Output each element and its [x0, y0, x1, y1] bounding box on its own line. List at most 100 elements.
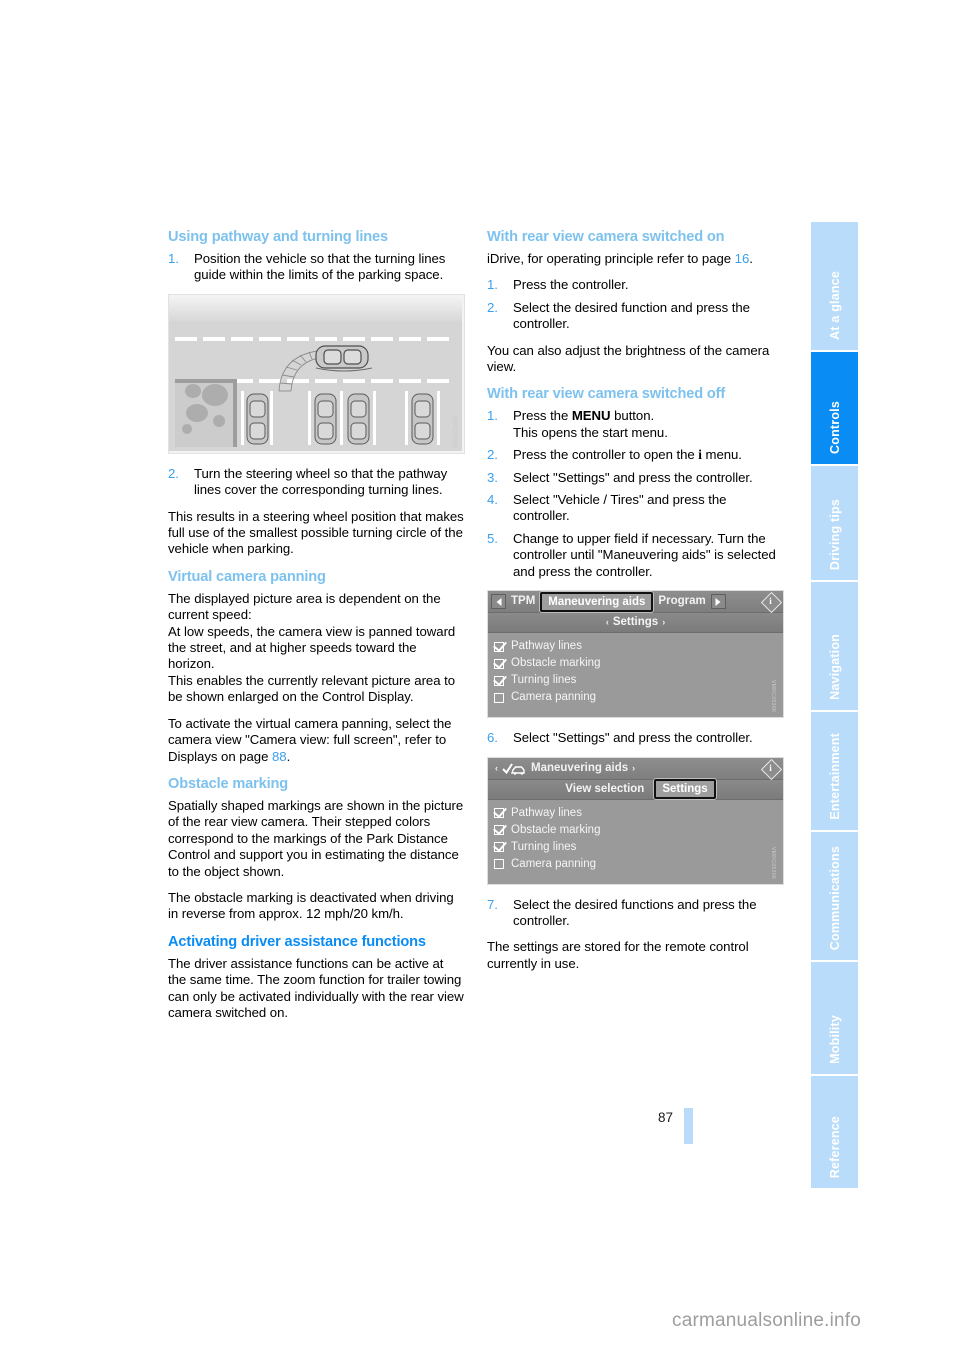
- paragraph-low-speeds: At low speeds, the camera view is panned…: [168, 623, 456, 672]
- sidebar-tab-mobility[interactable]: Mobility: [811, 962, 858, 1074]
- page-reference-16[interactable]: 16: [735, 251, 750, 266]
- step-number: 1.: [487, 408, 498, 424]
- menu-item-tpm[interactable]: TPM: [506, 593, 540, 609]
- screen-title: Maneuvering aids: [531, 761, 629, 774]
- sidebar-tab-communications[interactable]: Communications: [811, 832, 858, 960]
- right-text-column: With rear view camera switched on iDrive…: [487, 228, 784, 982]
- step-text: Select the desired function and press th…: [513, 299, 750, 332]
- page-reference-88[interactable]: 88: [272, 749, 287, 764]
- checkbox-obstacle-marking[interactable]: [494, 825, 504, 835]
- left-caret-icon[interactable]: ‹: [602, 614, 613, 630]
- list-item[interactable]: Obstacle marking: [494, 823, 783, 838]
- list-item: 2. Turn the steering wheel so that the p…: [168, 466, 465, 499]
- checkbox-turning-lines[interactable]: [494, 675, 504, 686]
- checkbox-pathway-lines[interactable]: [494, 641, 504, 652]
- right-caret-icon[interactable]: ›: [658, 614, 669, 630]
- heading-virtual-camera-panning: Virtual camera panning: [168, 568, 326, 585]
- heading-camera-switched-off: With rear view camera switched off: [487, 386, 726, 403]
- info-badge-icon[interactable]: i: [760, 758, 783, 780]
- sidebar-tab-entertainment[interactable]: Entertainment: [811, 712, 858, 830]
- tab-view-selection[interactable]: View selection: [555, 781, 654, 797]
- step-number: 5.: [487, 530, 498, 546]
- checkbox-pathway-lines[interactable]: [494, 808, 504, 818]
- heading-using-pathway-and-turning-lines: Using pathway and turning lines: [168, 229, 388, 245]
- page-marker-bar: [684, 1108, 693, 1144]
- step-list-camera-on: 1. Press the controller. 2. Select the d…: [487, 277, 784, 332]
- step-text: Change to upper field if necessary. Turn…: [513, 530, 776, 579]
- menu-item-maneuvering-aids-selected[interactable]: Maneuvering aids: [540, 591, 654, 612]
- sidebar-tab-reference[interactable]: Reference: [811, 1076, 858, 1188]
- page-number: 87: [657, 1110, 673, 1125]
- right-caret-icon[interactable]: ›: [628, 760, 639, 776]
- step-number: 3.: [487, 469, 498, 485]
- sidebar-tab-driving-tips[interactable]: Driving tips: [811, 466, 858, 580]
- step-number: 4.: [487, 492, 498, 508]
- option-label: Pathway lines: [511, 806, 582, 819]
- checkbox-camera-panning[interactable]: [494, 859, 504, 869]
- list-item[interactable]: Obstacle marking: [494, 656, 783, 671]
- option-label: Obstacle marking: [511, 657, 601, 670]
- right-arrow-icon[interactable]: [710, 594, 726, 610]
- list-item: 2. Press the controller to open the i me…: [487, 447, 784, 463]
- step-text-1-post: button.: [610, 408, 655, 424]
- heading-obstacle-marking: Obstacle marking: [168, 775, 289, 792]
- sidebar-tab-navigation[interactable]: Navigation: [811, 582, 858, 710]
- sidebar-tab-controls[interactable]: Controls: [811, 352, 858, 464]
- idrive-option-list: Pathway lines Obstacle marking Turning l…: [488, 799, 783, 884]
- checkbox-obstacle-marking[interactable]: [494, 658, 504, 669]
- step-text-2-post: menu.: [701, 447, 742, 463]
- list-item[interactable]: Camera panning: [494, 857, 783, 872]
- list-item[interactable]: Turning lines: [494, 840, 783, 855]
- idrive-option-list: Pathway lines Obstacle marking Turning l…: [488, 633, 783, 718]
- list-item: 3. Select "Settings" and press the contr…: [487, 470, 784, 486]
- option-label: Turning lines: [511, 674, 577, 687]
- list-item: 2. Select the desired function and press…: [487, 300, 784, 333]
- tab-label: Entertainment: [827, 733, 842, 820]
- step-number: 1.: [487, 277, 498, 293]
- left-caret-icon[interactable]: ‹: [491, 760, 502, 776]
- paragraph-activate-panning: To activate the virtual camera panning, …: [168, 716, 465, 765]
- list-item: 6. Select "Settings" and press the contr…: [487, 730, 784, 746]
- checkbox-camera-panning[interactable]: [494, 692, 504, 703]
- step-number: 2.: [487, 447, 498, 463]
- paragraph-driver-assistance: The driver assistance functions can be a…: [168, 955, 464, 1020]
- step-text: Select "Settings" and press the controll…: [513, 730, 753, 746]
- step-list-final: 7. Select the desired functions and pres…: [487, 897, 784, 930]
- step-number: 1.: [168, 251, 179, 266]
- step-text: Select "Vehicle / Tires" and press the c…: [513, 492, 727, 524]
- step-list-camera-off: 1. Press the MENU button. This opens the…: [487, 408, 784, 580]
- checkbox-turning-lines[interactable]: [494, 842, 504, 852]
- step-list-pathway: 1. Position the vehicle so that the turn…: [168, 251, 465, 284]
- step-number: 2.: [487, 299, 498, 315]
- sidebar-tab-at-a-glance[interactable]: At a glance: [811, 222, 858, 350]
- info-badge-icon[interactable]: i: [760, 591, 783, 614]
- list-item: 4. Select "Vehicle / Tires" and press th…: [487, 492, 784, 525]
- list-item[interactable]: Turning lines: [494, 673, 783, 688]
- heading-camera-switched-on: With rear view camera switched on: [487, 229, 725, 245]
- step-number: 2.: [168, 465, 179, 481]
- idrive-top-menu-bar: TPM Maneuvering aids Program i: [488, 591, 783, 614]
- car-check-icon: [502, 762, 526, 775]
- tab-label: Navigation: [827, 634, 842, 700]
- tab-label: Mobility: [827, 1015, 842, 1064]
- paragraph-picture-area: The displayed picture area is dependent …: [168, 590, 441, 623]
- tab-label: Communications: [827, 845, 842, 950]
- list-item: 1. Press the controller.: [487, 277, 784, 293]
- option-label: Camera panning: [511, 857, 597, 870]
- step-list-pathway-2: 2. Turn the steering wheel so that the p…: [168, 466, 465, 499]
- left-arrow-icon[interactable]: [491, 594, 506, 610]
- menu-button-key: MENU: [571, 408, 611, 424]
- settings-label[interactable]: Settings: [613, 614, 658, 630]
- step-text: Position the vehicle so that the turning…: [194, 251, 446, 283]
- step-list-camera-off-cont: 6. Select "Settings" and press the contr…: [487, 730, 784, 746]
- list-item[interactable]: Camera panning: [494, 690, 783, 705]
- section-tab-rail: At a glance Controls Driving tips Naviga…: [811, 222, 858, 1188]
- step-text: Select the desired functions and press t…: [513, 896, 757, 928]
- list-item[interactable]: Pathway lines: [494, 639, 783, 654]
- list-item[interactable]: Pathway lines: [494, 806, 783, 821]
- paragraph-activate-panning-text-a: To activate the virtual camera panning, …: [168, 715, 452, 764]
- left-text-column: Using pathway and turning lines 1. Posit…: [168, 228, 465, 1031]
- tab-settings-selected[interactable]: Settings: [654, 779, 716, 799]
- menu-item-program[interactable]: Program: [653, 593, 710, 609]
- paragraph-idrive-intro-a: iDrive, for operating principle refer to…: [487, 251, 735, 266]
